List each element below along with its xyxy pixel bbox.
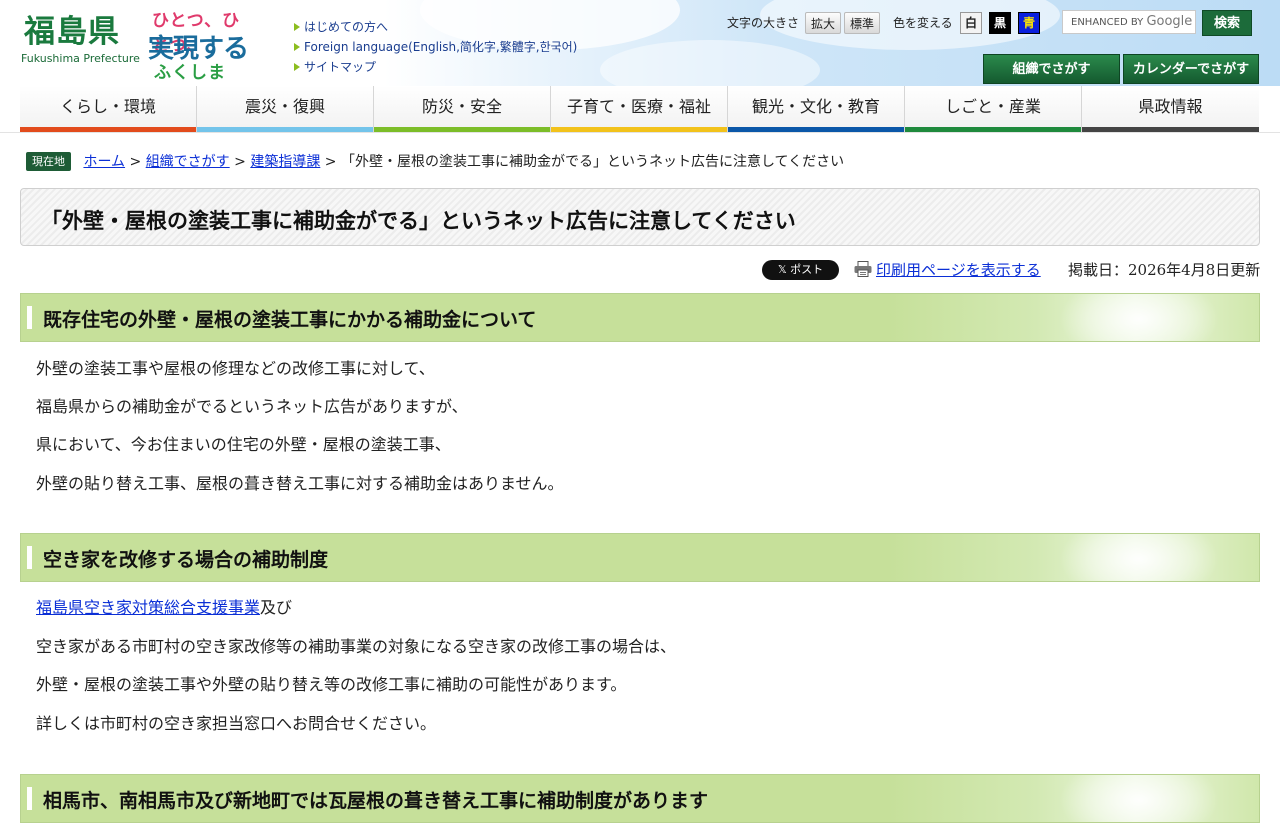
link-first-time[interactable]: はじめての方へ <box>294 17 577 37</box>
triangle-bullet-icon <box>294 62 300 71</box>
x-post-button[interactable]: 𝕏 ポスト <box>762 260 839 280</box>
breadcrumb-separator: > <box>320 154 341 170</box>
org-search-button[interactable]: 組織でさがす <box>983 54 1120 84</box>
color-blue-button[interactable]: 青 <box>1018 12 1040 34</box>
nav-item-disaster-recovery[interactable]: 震災・復興 <box>197 86 374 132</box>
link-suffix: 及び <box>260 598 293 617</box>
breadcrumb-org-link[interactable]: 組織でさがす <box>146 154 230 170</box>
paragraph: 県において、今お住まいの住宅の外壁・屋根の塗装工事、 <box>36 435 451 454</box>
updated-date: 掲載日：2026年4月8日更新 <box>1068 261 1261 279</box>
section-heading-text: 既存住宅の外壁・屋根の塗装工事にかかる補助金について <box>43 309 537 331</box>
paragraph: 外壁・屋根の塗装工事や外壁の貼り替え等の改修工事に補助の可能性があります。 <box>36 675 627 694</box>
current-location-badge: 現在地 <box>26 152 71 171</box>
site-logo[interactable]: 福島県 <box>24 14 120 50</box>
paragraph: 外壁の塗装工事や屋根の修理などの改修工事に対して、 <box>36 359 435 378</box>
print-link-text[interactable]: 印刷用ページを表示する <box>876 261 1041 279</box>
search-prefix: ENHANCED BY <box>1071 17 1144 28</box>
nav-item-safety[interactable]: 防災・安全 <box>374 86 551 132</box>
nav-item-childcare-welfare[interactable]: 子育て・医療・福祉 <box>551 86 728 132</box>
page-title: 「外壁・屋根の塗装工事に補助金がでる」というネット広告に注意してください <box>41 209 796 233</box>
heading-marker <box>27 546 32 569</box>
search-input[interactable]: ENHANCED BY Google <box>1062 10 1196 34</box>
print-page-link[interactable]: 印刷用ページを表示する <box>854 260 1041 280</box>
site-header: 福島県 Fukushima Prefecture ひとつ、ひとつ、 実現する ふ… <box>0 0 1280 100</box>
font-standard-button[interactable]: 標準 <box>844 12 880 34</box>
paragraph: 外壁の貼り替え工事、屋根の葺き替え工事に対する補助金はありません。 <box>36 474 564 493</box>
heading-glow <box>1059 775 1219 822</box>
page-title-box: 「外壁・屋根の塗装工事に補助金がでる」というネット広告に注意してください <box>20 188 1260 246</box>
font-size-label: 文字の大きさ <box>727 16 800 30</box>
global-nav: くらし・環境 震災・復興 防災・安全 子育て・医療・福祉 観光・文化・教育 しご… <box>20 86 1260 132</box>
paragraph-with-link: 福島県空き家対策総合支援事業及び <box>36 597 292 619</box>
heading-glow <box>1059 534 1219 581</box>
font-enlarge-button[interactable]: 拡大 <box>805 12 841 34</box>
breadcrumb-separator: > <box>125 154 146 170</box>
search-button[interactable]: 検索 <box>1202 10 1252 36</box>
nav-item-tourism-culture[interactable]: 観光・文化・教育 <box>728 86 905 132</box>
nav-item-prefectural-info[interactable]: 県政情報 <box>1082 86 1259 132</box>
site-logo-roman: Fukushima Prefecture <box>21 52 140 65</box>
calendar-search-button[interactable]: カレンダーでさがす <box>1123 54 1259 84</box>
breadcrumb-separator: > <box>229 154 251 170</box>
heading-marker <box>27 787 32 810</box>
slogan-logo: ひとつ、ひとつ、 実現する ふくしま <box>148 6 249 83</box>
color-black-button[interactable]: 黒 <box>989 12 1011 34</box>
heading-marker <box>27 306 32 329</box>
nav-divider <box>0 132 1280 133</box>
slogan-line3: ふくしま <box>154 63 226 83</box>
section-heading-vacant-house: 空き家を改修する場合の補助制度 <box>20 533 1260 582</box>
nav-item-work-industry[interactable]: しごと・産業 <box>905 86 1082 132</box>
link-foreign-language[interactable]: Foreign language(English,简化字,繁體字,한국어) <box>294 37 577 57</box>
header-links: はじめての方へ Foreign language(English,简化字,繁體字… <box>294 17 577 77</box>
google-logo: Google <box>1146 14 1193 29</box>
color-white-button[interactable]: 白 <box>960 12 982 34</box>
paragraph: 福島県からの補助金がでるというネット広告がありますが、 <box>36 397 468 416</box>
breadcrumb-dept-link[interactable]: 建築指導課 <box>250 154 320 170</box>
triangle-bullet-icon <box>294 42 300 51</box>
paragraph: 詳しくは市町村の空き家担当窓口へお問合せください。 <box>36 714 437 733</box>
color-change-label: 色を変える <box>893 16 953 30</box>
printer-icon <box>854 260 872 277</box>
paragraph: 空き家がある市町村の空き家改修等の補助事業の対象になる空き家の改修工事の場合は、 <box>36 637 677 656</box>
breadcrumb-current: 「外壁・屋根の塗装工事に補助金がでる」というネット広告に注意してください <box>340 154 845 170</box>
heading-glow <box>1059 294 1219 341</box>
link-sitemap[interactable]: サイトマップ <box>294 57 577 77</box>
nav-item-living[interactable]: くらし・環境 <box>20 86 197 132</box>
vacant-house-support-link[interactable]: 福島県空き家対策総合支援事業 <box>36 598 260 617</box>
section-heading-existing-housing: 既存住宅の外壁・屋根の塗装工事にかかる補助金について <box>20 293 1260 342</box>
triangle-bullet-icon <box>294 22 300 31</box>
section-heading-text: 空き家を改修する場合の補助制度 <box>43 549 329 571</box>
breadcrumb: 現在地 ホーム > 組織でさがす > 建築指導課 > 「外壁・屋根の塗装工事に補… <box>26 152 844 172</box>
section-heading-roof-tile-subsidy: 相馬市、南相馬市及び新地町では瓦屋根の葺き替え工事に補助制度があります <box>20 774 1260 823</box>
breadcrumb-home-link[interactable]: ホーム <box>83 154 125 170</box>
